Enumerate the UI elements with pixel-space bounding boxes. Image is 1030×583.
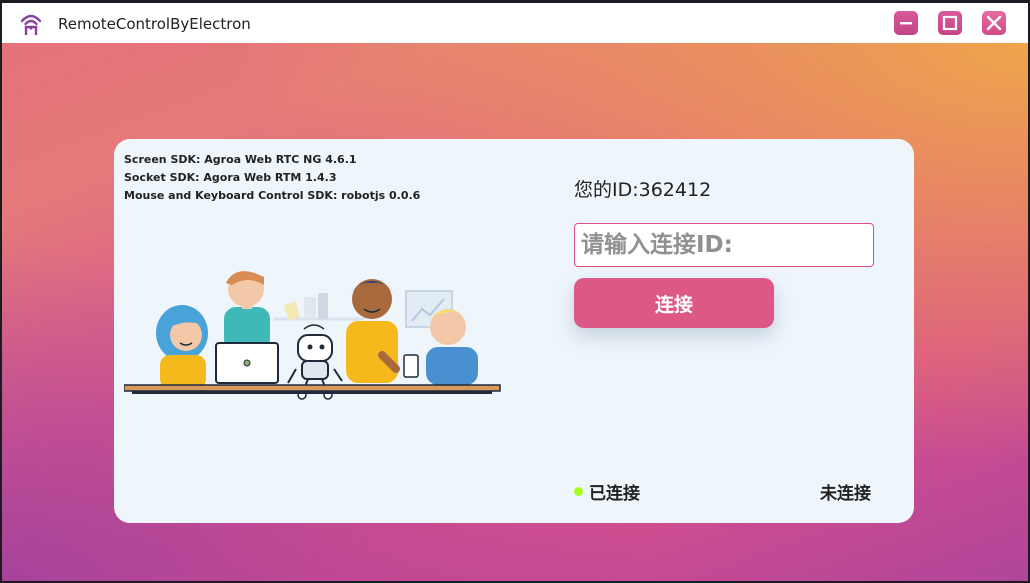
table: [124, 384, 501, 394]
minimize-button[interactable]: [894, 11, 918, 35]
maximize-button[interactable]: [938, 11, 962, 35]
socket-sdk-text: Socket SDK: Agora Web RTM 1.4.3: [124, 171, 337, 184]
status-connected: 已连接: [574, 479, 640, 504]
screen-sdk-text: Screen SDK: Agroa Web RTC NG 4.6.1: [124, 153, 357, 166]
close-icon: [986, 15, 1002, 31]
person-yellow-shirt: [346, 279, 400, 383]
close-button[interactable]: [982, 11, 1006, 35]
team-illustration: [124, 271, 501, 400]
main-card: Screen SDK: Agroa Web RTC NG 4.6.1 Socke…: [114, 139, 914, 523]
connect-id-input[interactable]: [574, 223, 874, 267]
laptop-icon: [215, 342, 279, 384]
status-connected-label: 已连接: [589, 484, 640, 504]
person-thinking: [224, 271, 270, 351]
connect-button[interactable]: 连接: [574, 278, 774, 328]
gradient-background: Screen SDK: Agroa Web RTC NG 4.6.1 Socke…: [2, 43, 1028, 581]
minimize-icon: [900, 22, 912, 25]
window-title: RemoteControlByElectron: [58, 15, 251, 33]
status-disconnected-label: 未连接: [820, 484, 871, 504]
sdk-info: Screen SDK: Agroa Web RTC NG 4.6.1 Socke…: [124, 151, 420, 205]
status-dot-icon: [574, 487, 583, 496]
wifi-signal-icon: [20, 14, 42, 35]
my-id-label: 您的ID:362412: [574, 179, 712, 201]
maximize-icon: [942, 15, 958, 31]
person-girl: [156, 305, 208, 389]
title-bar[interactable]: RemoteControlByElectron: [2, 3, 1028, 43]
app-window: RemoteControlByElectron Screen SDK: Agro…: [2, 3, 1028, 581]
control-sdk-text: Mouse and Keyboard Control SDK: robotjs …: [124, 189, 421, 202]
